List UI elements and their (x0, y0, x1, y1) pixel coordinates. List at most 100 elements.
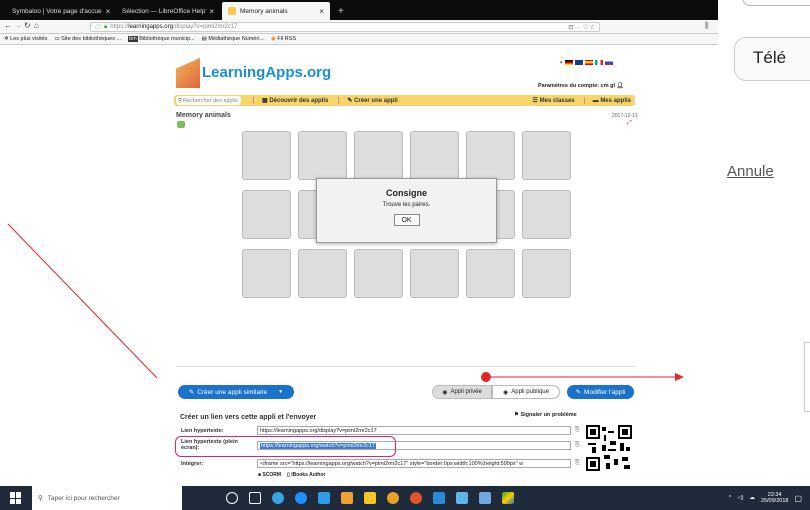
highlight-ring (175, 436, 396, 457)
nav-my-apps[interactable]: ▬ Mes applis (583, 97, 631, 104)
back-icon[interactable]: ← (4, 21, 12, 30)
new-tab-button[interactable]: + (332, 2, 346, 20)
clock[interactable]: 22:34 25/09/2018 (761, 492, 789, 504)
tab-libreoffice[interactable]: Sélection — LibreOffice Help × (112, 2, 220, 20)
dialog-text: Trouve les paires. (382, 202, 431, 208)
app-icon[interactable] (272, 492, 284, 504)
chrome-icon[interactable] (387, 492, 399, 504)
volume-icon[interactable]: ◁) (737, 495, 743, 501)
copy-icon[interactable]: ⎘ (575, 442, 580, 449)
copy-icon[interactable]: ⎘ (575, 427, 580, 434)
fullscreen-icon[interactable]: ⤢ (627, 120, 632, 127)
search-icon: ⚲ (38, 495, 43, 502)
pencil-icon: ✎ (347, 98, 353, 104)
memory-card[interactable] (242, 131, 291, 180)
tab-label: Sélection — LibreOffice Help (122, 7, 206, 15)
app-date: 2017-12-13 (612, 113, 638, 119)
edge-icon[interactable] (295, 492, 307, 504)
memory-card[interactable] (410, 131, 459, 180)
url-domain: learningapps.org (128, 24, 173, 30)
reload-icon[interactable]: ↻ (24, 21, 31, 30)
share-heading: Créer un lien vers cette appli et l'envo… (180, 414, 317, 421)
memory-card[interactable] (298, 131, 347, 180)
chevron-up-icon[interactable]: ^ (729, 495, 732, 501)
browser-tab-bar: Symbaloo | Votre page d'accue × Sélectio… (0, 0, 718, 20)
store-icon[interactable] (318, 492, 330, 504)
bm-icon: bm (128, 36, 138, 42)
flag-en-icon[interactable] (574, 60, 583, 65)
partial-button-top[interactable] (742, 0, 810, 6)
scorm-link[interactable]: ■ SCORM (258, 472, 281, 478)
annotation-overlay (7, 223, 684, 382)
gear-icon: ✲ (4, 36, 9, 42)
vlc-icon[interactable] (341, 492, 353, 504)
app-icon[interactable] (456, 492, 468, 504)
cloud-icon[interactable]: ☁ (749, 495, 755, 501)
folder-icon: ▭ (54, 36, 60, 42)
bookmark-label: Médiathèque Numéri... (208, 36, 264, 42)
page-actions-icon[interactable]: ⊡ ··· ♡ ☆ (568, 24, 595, 31)
close-tab-icon[interactable]: × (319, 7, 324, 16)
tab-symbaloo[interactable]: Symbaloo | Votre page d'accue × (2, 2, 110, 20)
rss-icon: ◉ (271, 36, 276, 42)
search-input[interactable]: ⚲ Rechercher des applis (176, 96, 241, 105)
tab-label: Memory animals (240, 7, 288, 15)
bookmark-bibliotheques[interactable]: ▭ Site des bibliothèques ... (54, 36, 121, 42)
paint-icon[interactable] (479, 492, 491, 504)
report-problem-link[interactable]: ⚑ Signaler un problème (514, 412, 577, 418)
nav-create[interactable]: ✎ Créer une appli (338, 97, 398, 104)
copy-icon[interactable]: ⎘ (575, 460, 580, 467)
bookmark-bibliotheque-municipale[interactable]: bm Bibliothèque municip... (128, 36, 195, 42)
close-tab-icon[interactable]: × (209, 7, 214, 16)
lock-icon: 🔒︎ (104, 23, 108, 30)
address-bar[interactable]: ⓘ 🔒︎ https://learningapps.org/display?v=… (90, 22, 600, 32)
system-tray: ^ ◁) ☁ 22:34 25/09/2018 ▢ (729, 492, 802, 504)
writer-icon[interactable] (433, 492, 445, 504)
taskbar-search-input[interactable]: ⚲ Taper ici pour rechercher (32, 486, 182, 510)
list-icon: ☰ (532, 98, 538, 104)
hyperlink-field[interactable]: https://learningapps.org/display?v=pimi2… (257, 426, 571, 435)
bookmark-mediatheque[interactable]: ▤ Médiathèque Numéri... (202, 36, 264, 42)
close-tab-icon[interactable]: × (106, 7, 110, 16)
library-icon[interactable]: ⫼ (705, 21, 709, 31)
ibooks-link[interactable]: ▯ iBooks Author (287, 472, 325, 478)
notifications-icon[interactable]: ▢ (794, 494, 802, 503)
side-dialog: Télé Annule (718, 0, 810, 486)
home-icon[interactable]: ⌂ (34, 21, 39, 30)
app-icon[interactable] (502, 492, 514, 504)
report-label: Signaler un problème (520, 412, 577, 418)
flag-de-icon[interactable] (564, 60, 573, 65)
bookmark-rss[interactable]: ◉ Fil RSS (271, 36, 296, 42)
file-explorer-icon[interactable] (364, 492, 376, 504)
folder-icon: ▬ (592, 97, 599, 104)
bookmark-most-visited[interactable]: ✲ Les plus visités (4, 36, 47, 42)
embed-field[interactable]: <iframe src="https://learningapps.org/wa… (257, 459, 571, 468)
memory-card[interactable] (466, 131, 515, 180)
flag-ru-icon[interactable] (604, 60, 613, 65)
tab-memory-animals[interactable]: Memory animals × (222, 2, 330, 20)
memory-card[interactable] (354, 131, 403, 180)
taskbar: ⚲ Taper ici pour rechercher ^ ◁) ☁ 22:34 2… (0, 486, 810, 510)
bookmark-label: Les plus visités (10, 36, 48, 42)
forward-icon[interactable]: → (14, 21, 22, 30)
site-logo[interactable]: LearningApps.org (202, 64, 331, 81)
task-view-icon[interactable] (249, 492, 261, 504)
account-settings[interactable]: Paramètres du compte: cm gl 👤︎ (538, 83, 624, 89)
arrowhead-icon (675, 373, 684, 381)
cancel-link[interactable]: Annule (727, 163, 774, 180)
nav-classes[interactable]: ☰ Mes classes (533, 97, 575, 104)
flag-es-icon[interactable] (584, 60, 593, 65)
taskbar-search-placeholder: Taper ici pour rechercher (47, 494, 120, 502)
ibooks-label: iBooks Author (291, 472, 326, 478)
nav-discover[interactable]: ▦ Découvrir des applis (253, 97, 328, 104)
package-icon: ■ (258, 472, 262, 478)
firefox-icon[interactable] (410, 492, 422, 504)
windows-start-icon[interactable] (10, 492, 22, 504)
flag-it-icon[interactable] (594, 60, 603, 65)
qr-code (586, 425, 632, 471)
memory-card[interactable] (522, 131, 571, 180)
edit-app-icon[interactable] (177, 121, 185, 128)
cortana-icon[interactable] (226, 492, 238, 504)
scorm-label: SCORM (262, 472, 282, 478)
language-flags[interactable]: ▾ (560, 60, 613, 66)
